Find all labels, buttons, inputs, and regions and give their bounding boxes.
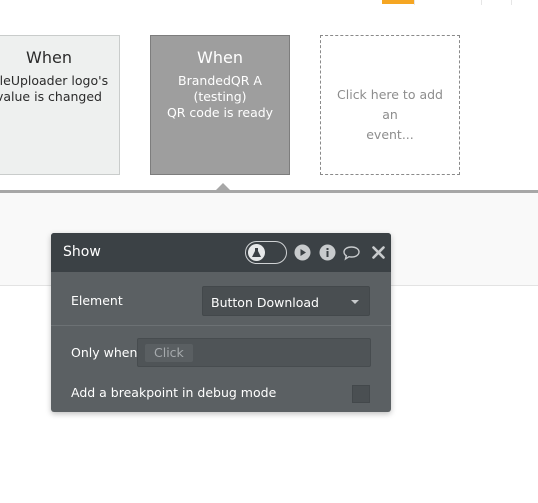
element-row: Element Button Download xyxy=(51,272,391,326)
add-event-line: event... xyxy=(366,127,414,142)
info-icon[interactable] xyxy=(319,244,336,261)
element-dropdown[interactable]: Button Download xyxy=(202,286,370,316)
only-when-label: Only when xyxy=(71,345,138,360)
element-dropdown-value: Button Download xyxy=(211,295,319,310)
close-icon[interactable] xyxy=(370,244,387,261)
breakpoint-label: Add a breakpoint in debug mode xyxy=(71,385,277,400)
breakpoint-row: Add a breakpoint in debug mode xyxy=(51,374,391,412)
add-event-line: Click here to add an xyxy=(337,87,443,122)
event-card-desc-line: FileUploader logo's xyxy=(0,73,109,88)
add-event-card[interactable]: Click here to add an event... xyxy=(320,35,460,175)
comment-icon[interactable] xyxy=(343,244,360,261)
toggle-knob xyxy=(248,244,265,261)
top-toolbar-strip xyxy=(0,0,538,5)
event-card-title: When xyxy=(26,48,72,67)
play-icon[interactable] xyxy=(294,244,311,261)
panel-title: Show xyxy=(63,244,101,260)
panel-header: Show xyxy=(51,233,391,272)
element-label: Element xyxy=(71,293,123,308)
event-card-description: FileUploader logo's value is changed xyxy=(0,73,119,105)
condition-input[interactable]: Click xyxy=(137,338,371,367)
event-card-brandedqr-selected[interactable]: When BrandedQR A (testing) QR code is re… xyxy=(150,35,290,175)
chevron-down-icon xyxy=(351,300,359,304)
toolbar-divider xyxy=(481,0,482,5)
event-card-desc-line: QR code is ready xyxy=(166,105,274,120)
breakpoint-checkbox[interactable] xyxy=(352,385,370,403)
event-card-fileuploader[interactable]: When FileUploader logo's value is change… xyxy=(0,35,120,175)
action-property-panel: Show Element Button Download Only when C… xyxy=(51,233,391,412)
event-card-desc-line: value is changed xyxy=(0,89,102,104)
event-card-title: When xyxy=(197,48,243,67)
event-card-desc-line: BrandedQR A (testing) xyxy=(178,73,262,104)
add-event-text: Click here to add an event... xyxy=(321,85,459,145)
debug-toggle[interactable] xyxy=(245,241,287,264)
only-when-row: Only when Click xyxy=(51,327,391,372)
toolbar-divider xyxy=(511,0,512,5)
event-card-description: BrandedQR A (testing) QR code is ready xyxy=(151,73,289,121)
toolbar-divider xyxy=(414,0,415,5)
flask-icon xyxy=(252,248,261,257)
active-tab-indicator xyxy=(382,0,414,4)
condition-placeholder[interactable]: Click xyxy=(145,344,193,362)
